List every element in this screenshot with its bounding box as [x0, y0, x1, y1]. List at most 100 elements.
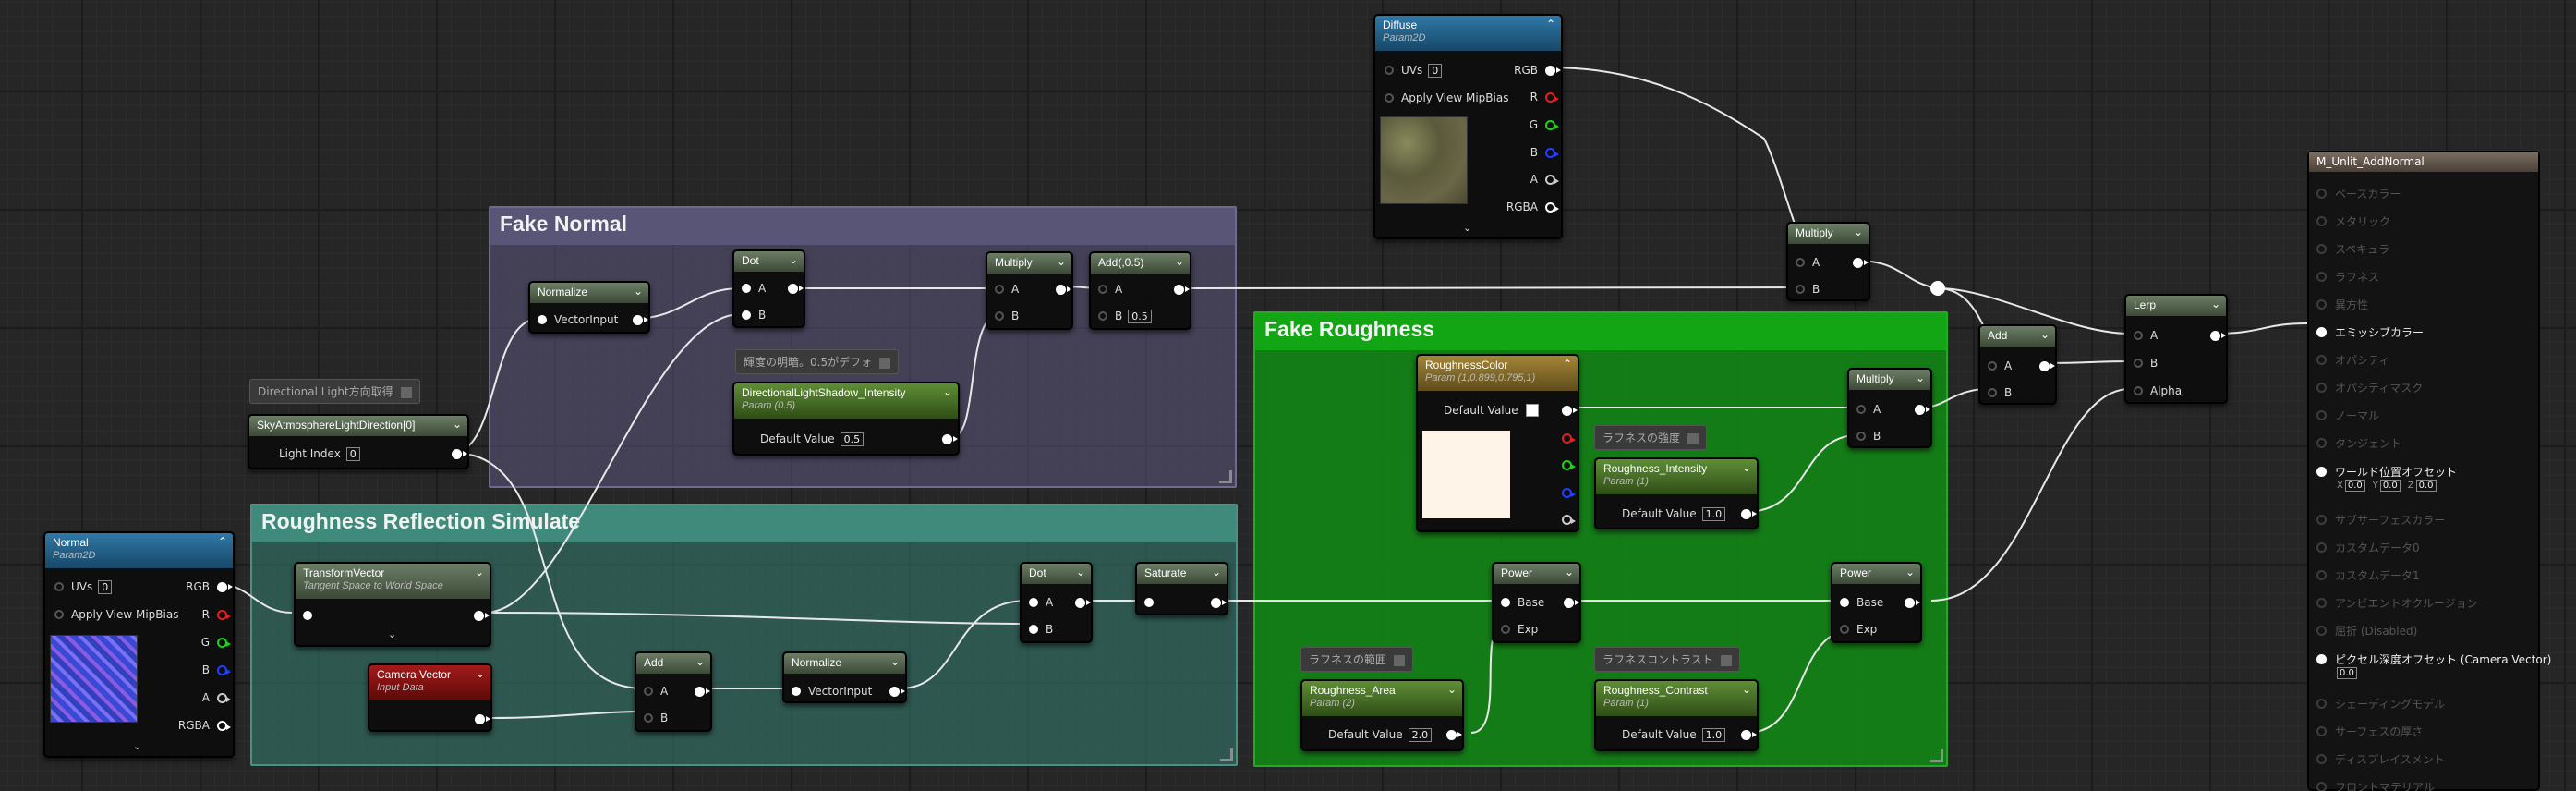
result-pin[interactable]: 屈折 (Disabled): [2316, 623, 2417, 639]
pin-a[interactable]: [1554, 512, 1576, 527]
pin-a[interactable]: A: [1029, 595, 1053, 610]
collapse-icon[interactable]: ⌄: [1212, 566, 1221, 578]
pin-output[interactable]: [466, 608, 490, 623]
result-pin[interactable]: フロントマテリアル: [2316, 779, 2435, 791]
result-pin[interactable]: カスタムデータ0: [2316, 540, 2420, 555]
pin-a[interactable]: A: [1856, 402, 1881, 417]
pin-rgba[interactable]: RGBA: [178, 718, 231, 733]
node-dot-2[interactable]: Dot ⌄ A B: [1020, 562, 1093, 643]
pin-g[interactable]: G: [201, 635, 231, 650]
pin-g[interactable]: [1554, 457, 1576, 472]
result-pin[interactable]: オパシティ: [2316, 352, 2389, 368]
pin-output[interactable]: [1048, 282, 1071, 297]
pin-value[interactable]: 0.0: [2337, 667, 2357, 679]
pin-output[interactable]: [1734, 506, 1757, 521]
pin-vectorinput[interactable]: VectorInput: [792, 684, 872, 699]
node-normalize-2[interactable]: Normalize ⌄ VectorInput: [782, 651, 907, 703]
axis-value[interactable]: 0.0: [2344, 480, 2365, 492]
collapse-icon[interactable]: ⌄: [1057, 255, 1066, 268]
collapse-icon[interactable]: ⌄: [1742, 683, 1751, 696]
note-roughness-contrast[interactable]: ラフネスコントラスト: [1594, 647, 1740, 672]
pin-b[interactable]: B: [1029, 622, 1053, 637]
pin-r[interactable]: R: [1530, 90, 1559, 104]
pin-b[interactable]: B 0.5: [1098, 309, 1152, 323]
pin-b[interactable]: B: [995, 309, 1019, 323]
collapse-icon[interactable]: ⌃: [218, 535, 227, 548]
pin-a[interactable]: A: [1988, 359, 2012, 373]
pin-rgb[interactable]: RGB: [1514, 63, 1561, 78]
collapse-icon[interactable]: ⌄: [1565, 566, 1574, 578]
result-pin[interactable]: スペキュラ: [2316, 241, 2389, 257]
pin-b[interactable]: [1554, 485, 1576, 500]
pin-output[interactable]: [2203, 328, 2226, 343]
pin-vectorinput[interactable]: VectorInput: [538, 312, 618, 327]
note-brightness[interactable]: 輝度の明暗。0.5がデフォ: [735, 349, 900, 374]
result-node[interactable]: M_Unlit_AddNormal ベースカラー メタリック スペキュラ ラフネス 異方…: [2307, 151, 2551, 791]
result-pin[interactable]: ノーマル: [2316, 408, 2379, 423]
node-add-half[interactable]: Add(,0.5) ⌄ A B 0.5: [1089, 251, 1191, 330]
pin-mipbias[interactable]: Apply View MipBias: [54, 607, 178, 622]
node-sky-light-direction[interactable]: SkyAtmosphereLightDirection[0] ⌄ Light In…: [248, 414, 469, 469]
collapse-icon[interactable]: ⌄: [1175, 255, 1184, 268]
result-pin[interactable]: オパシティマスク: [2316, 380, 2423, 396]
collapse-icon[interactable]: ⌄: [789, 253, 798, 266]
pin-uvs[interactable]: UVs 0: [54, 579, 113, 594]
collapse-icon[interactable]: ⌄: [2040, 328, 2050, 341]
node-multiply-roughness[interactable]: Multiply ⌄ A B: [1847, 368, 1932, 448]
result-pin[interactable]: ベースカラー: [2316, 186, 2401, 201]
node-dirlight-shadow-intensity[interactable]: DirectionalLightShadow_Intensity Param (0…: [732, 382, 960, 456]
pin-a[interactable]: A: [2134, 328, 2158, 343]
collapse-icon[interactable]: ⌄: [1905, 566, 1915, 578]
pin-value[interactable]: 0.5: [840, 432, 865, 446]
pin-a[interactable]: A: [1098, 282, 1122, 297]
pin-output[interactable]: [780, 281, 804, 296]
node-roughness-area[interactable]: Roughness_Area Param (2) ⌄ Default Value 2.…: [1300, 679, 1464, 751]
pin-output[interactable]: [687, 684, 710, 699]
pin-b[interactable]: B: [1856, 429, 1881, 444]
axis-value[interactable]: 0.0: [2379, 480, 2401, 492]
pin-g[interactable]: G: [1530, 117, 1559, 132]
result-pin[interactable]: アンビエントオクルージョン: [2316, 595, 2478, 611]
pin-value[interactable]: 0.5: [1128, 309, 1152, 323]
pin-output[interactable]: [1897, 595, 1920, 610]
pin-b[interactable]: B: [644, 711, 668, 725]
pin-a[interactable]: A: [644, 684, 668, 699]
collapse-icon[interactable]: ⌄: [1854, 225, 1863, 238]
node-camera-vector[interactable]: Camera Vector Input Data ⌄: [368, 663, 492, 732]
node-diffuse[interactable]: Diffuse Param2D ⌃ UVs 0 Apply View MipBias …: [1373, 14, 1563, 239]
note-roughness-range[interactable]: ラフネスの範囲: [1300, 647, 1414, 672]
pin-default-value[interactable]: Default Value 0.5: [760, 432, 865, 446]
pin-base[interactable]: Base: [1840, 595, 1883, 610]
collapse-icon[interactable]: ⌄: [453, 418, 462, 431]
result-pin[interactable]: 異方性: [2316, 297, 2368, 312]
pin-a[interactable]: A: [742, 281, 766, 296]
color-swatch[interactable]: [1525, 404, 1539, 417]
pin-default-value[interactable]: Default Value 1.0: [1622, 727, 1726, 742]
pin-output[interactable]: [467, 712, 490, 726]
pin-mipbias[interactable]: Apply View MipBias: [1385, 91, 1508, 105]
collapse-icon[interactable]: ⌄: [475, 566, 484, 578]
pin-a[interactable]: A: [1796, 255, 1820, 270]
result-pin[interactable]: カスタムデータ1: [2316, 567, 2420, 583]
collapse-icon[interactable]: ⌄: [634, 285, 643, 298]
pin-b[interactable]: B: [1988, 385, 2012, 400]
pin-output[interactable]: [1734, 727, 1757, 742]
collapse-icon[interactable]: ⌃: [1563, 358, 1572, 371]
node-saturate[interactable]: Saturate ⌄: [1135, 562, 1228, 615]
pin-value[interactable]: 1.0: [1701, 727, 1726, 742]
collapse-icon[interactable]: ⌄: [1076, 566, 1085, 578]
pin-rgb[interactable]: RGB: [186, 579, 233, 594]
collapse-icon[interactable]: ⌄: [476, 667, 485, 680]
pin-value[interactable]: 0: [1428, 63, 1443, 78]
pin-value[interactable]: 1.0: [1701, 506, 1726, 521]
result-pin[interactable]: ラフネス: [2316, 269, 2379, 285]
collapse-icon[interactable]: ⌄: [1447, 683, 1457, 696]
node-add-2[interactable]: Add ⌄ A B: [635, 651, 712, 732]
pin-r[interactable]: [1554, 431, 1576, 445]
pin-exp[interactable]: Exp: [1501, 622, 1538, 637]
pin-output[interactable]: [444, 446, 467, 461]
result-pin[interactable]: サーフェスの厚さ: [2316, 724, 2423, 739]
node-multiply-top[interactable]: Multiply ⌄ A B: [1786, 222, 1870, 301]
collapse-icon[interactable]: ⌄: [695, 655, 705, 668]
pin-value[interactable]: 2.0: [1408, 727, 1433, 742]
